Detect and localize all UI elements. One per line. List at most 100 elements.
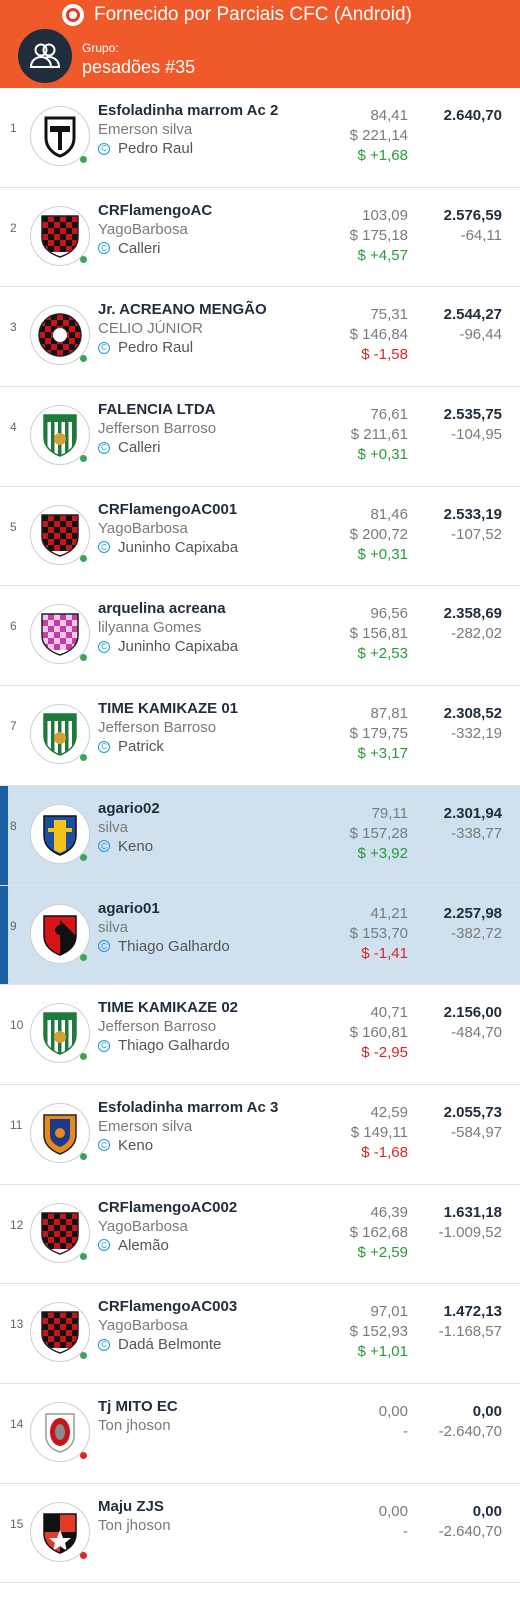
points-difference: -104,95	[451, 426, 502, 444]
team-name: CRFlamengoAC003	[98, 1298, 238, 1316]
team-row[interactable]: 7 TIME KAMIKAZE 01 Jefferson Barroso C Pa…	[0, 686, 520, 786]
team-row[interactable]: 3 Jr. ACREANO MENGÃO CELIO JÚNIOR C Pedro…	[0, 287, 520, 388]
status-dot-icon	[80, 156, 87, 163]
team-owner: YagoBarbosa	[98, 1317, 188, 1335]
points-difference: -64,11	[460, 226, 502, 244]
team-name: agario02	[98, 799, 160, 817]
round-points: 0,00	[378, 1402, 408, 1420]
captain-line: C Pedro Raul	[98, 339, 267, 356]
captain-line: C Pedro Raul	[98, 140, 278, 157]
captain-icon: C	[98, 1139, 110, 1152]
price-variation: $ +2,59	[357, 1243, 408, 1261]
team-crest-icon	[30, 106, 90, 166]
team-price: $ 221,14	[349, 127, 408, 144]
team-position: 10	[10, 1018, 24, 1033]
points-difference: -96,44	[459, 326, 502, 344]
team-row[interactable]: 9 agario01 silva C Thiago Galhardo 41,21 …	[0, 885, 520, 986]
points-difference: -382,72	[451, 924, 502, 942]
price-variation: $ +1,68	[357, 147, 408, 164]
total-points: 2.576,59	[443, 206, 502, 224]
price-variation: $ -1,41	[361, 944, 408, 962]
points-difference: -1.168,57	[438, 1323, 502, 1341]
team-position: 8	[10, 818, 17, 833]
team-name: TIME KAMIKAZE 01	[98, 700, 239, 718]
status-dot-icon	[80, 654, 87, 662]
price-variation: $ +1,01	[357, 1343, 408, 1361]
captain-icon: C	[98, 1239, 110, 1252]
captain-name: Thiago Galhardo	[118, 937, 230, 955]
team-owner: YagoBarbosa	[98, 220, 188, 238]
team-price: $ 200,72	[349, 525, 408, 543]
price-variation: $ +2,53	[357, 645, 408, 663]
team-owner: Ton jhoson	[98, 1416, 171, 1434]
team-row[interactable]: 15 Maju ZJS Ton jhoson 0,00 - 0,00 -2.64…	[0, 1484, 520, 1584]
team-row[interactable]: 8 agario02 silva C Keno 79,11 $ 157,28 $ …	[0, 785, 520, 886]
total-points: 2.156,00	[443, 1004, 502, 1022]
status-dot-icon	[80, 1551, 87, 1559]
team-row[interactable]: 12 CRFlamengoAC002 YagoBarbosa C Alemão 4…	[0, 1185, 520, 1285]
team-price: $ 160,81	[349, 1024, 408, 1042]
team-row[interactable]: 14 Tj MITO EC Ton jhoson 0,00 - 0,00 -2.…	[0, 1384, 520, 1484]
team-row[interactable]: 13 CRFlamengoAC003 YagoBarbosa C Dadá Bel…	[0, 1284, 520, 1384]
team-position: 11	[10, 1117, 23, 1132]
team-name: CRFlamengoAC	[98, 201, 213, 219]
total-points: 2.055,73	[443, 1103, 502, 1121]
price-variation: $ +0,31	[357, 446, 408, 464]
team-owner: Jefferson Barroso	[98, 719, 217, 737]
group-header[interactable]: Grupo: pesadões #35	[0, 29, 520, 88]
price-variation: $ -1,58	[361, 346, 408, 364]
status-dot-icon	[80, 1152, 87, 1160]
points-difference: -282,02	[451, 625, 502, 643]
status-dot-icon	[80, 255, 87, 263]
total-points: 2.257,98	[443, 904, 502, 922]
team-row[interactable]: 10 TIME KAMIKAZE 02 Jefferson Barroso CT…	[0, 985, 520, 1085]
team-position: 14	[10, 1416, 24, 1431]
highlight-accent	[0, 885, 8, 985]
captain-line: C Keno	[98, 838, 160, 855]
captain-icon: C	[98, 441, 110, 454]
team-position: 3	[10, 320, 17, 335]
points-difference: -484,70	[451, 1024, 502, 1042]
total-points: 2.535,75	[443, 406, 502, 424]
captain-line: C Calleri	[98, 439, 216, 456]
captain-icon: C	[98, 541, 110, 554]
team-name: Tj MITO EC	[98, 1397, 178, 1415]
status-dot-icon	[80, 1252, 87, 1260]
team-row[interactable]: 11 Esfoladinha marrom Ac 3 Emerson silva…	[0, 1085, 520, 1185]
captain-name: Juninho Capixaba	[118, 638, 239, 656]
captain-icon: C	[98, 940, 110, 952]
team-row[interactable]: 6 arquelina acreana lilyanna Gomes C Juni…	[0, 586, 520, 687]
price-variation: $ +3,17	[357, 745, 408, 763]
points-difference: -338,77	[451, 824, 502, 842]
team-row[interactable]: 1 Esfoladinha marrom Ac 2 Emerson silva …	[0, 88, 520, 188]
team-price: $ 162,68	[349, 1223, 408, 1241]
team-row[interactable]: 4 FALENCIA LTDA Jefferson Barroso C Calle…	[0, 387, 520, 487]
round-points: 96,56	[370, 605, 408, 623]
team-name: Jr. ACREANO MENGÃO	[98, 301, 267, 319]
captain-line: C Dadá Belmonte	[98, 1336, 237, 1353]
group-label: Grupo:	[82, 40, 119, 55]
price-variation: $ +3,92	[357, 844, 408, 862]
captain-name: Calleri	[118, 239, 161, 257]
captain-line: C Thiago Galhardo	[98, 1037, 238, 1054]
team-position: 15	[10, 1516, 24, 1531]
points-difference: -1.009,52	[438, 1223, 502, 1241]
team-name: Esfoladinha marrom Ac 2	[98, 102, 279, 119]
team-row[interactable]: 5 CRFlamengoAC001 YagoBarbosa C Juninho C…	[0, 487, 520, 587]
round-points: 0,00	[378, 1502, 408, 1520]
team-owner: silva	[98, 918, 129, 936]
team-owner: Emerson silva	[98, 1117, 193, 1135]
team-row[interactable]: 2 CRFlamengoAC YagoBarbosa C Calleri 103,…	[0, 188, 520, 288]
captain-name: Keno	[118, 837, 154, 855]
team-crest-icon	[30, 604, 90, 665]
total-points: 1.631,18	[443, 1203, 502, 1221]
status-dot-icon	[80, 554, 87, 562]
captain-icon: C	[98, 1338, 110, 1351]
team-price: $ 152,93	[349, 1323, 408, 1341]
team-owner: lilyanna Gomes	[98, 619, 202, 637]
points-difference: -2.640,70	[438, 1422, 502, 1440]
status-dot-icon	[80, 853, 87, 861]
team-name: Esfoladinha marrom Ac 3	[98, 1098, 279, 1116]
captain-line: C Juninho Capixaba	[98, 638, 238, 655]
captain-line: C Juninho Capixaba	[98, 539, 238, 556]
